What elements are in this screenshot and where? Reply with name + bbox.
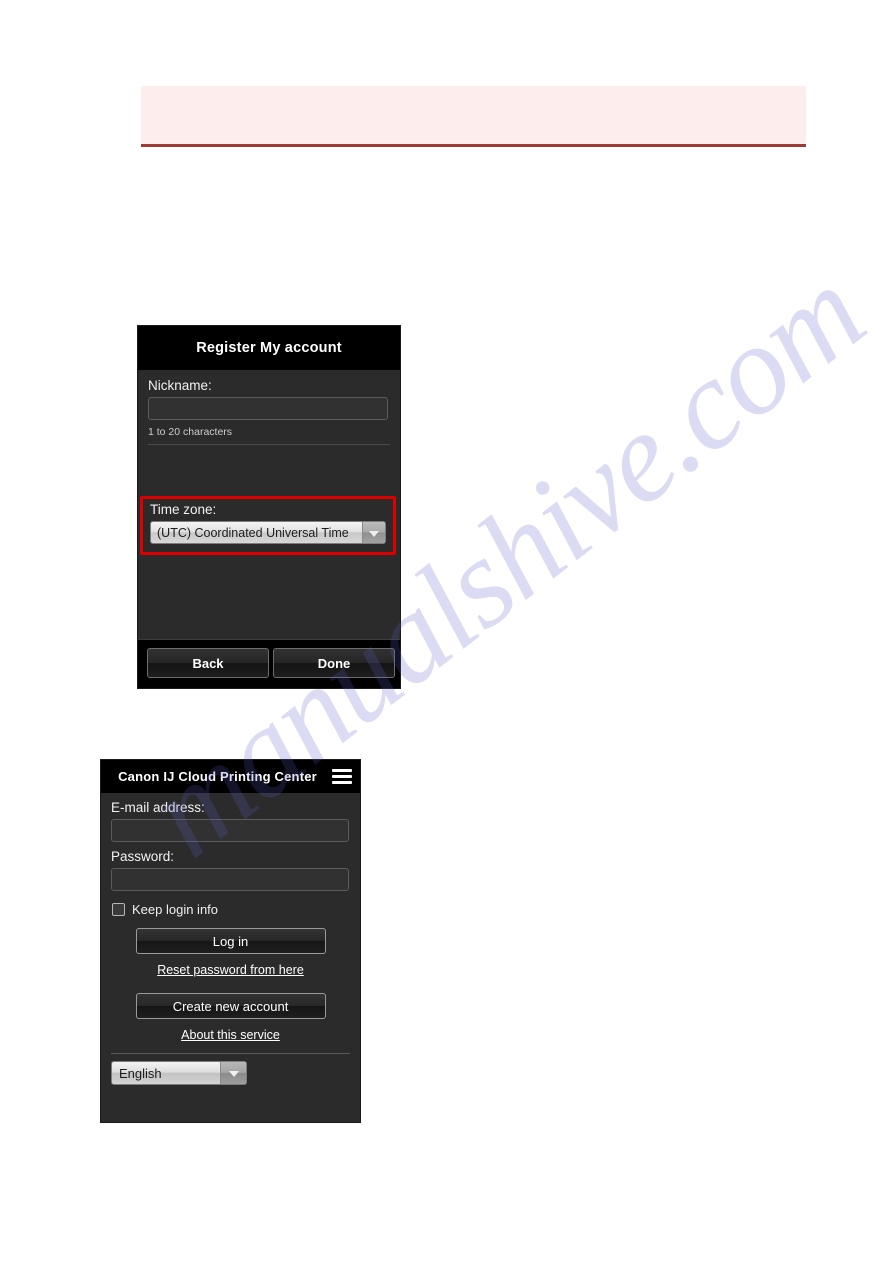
- hamburger-line-3: [332, 780, 352, 784]
- login-footer-divider: [111, 1053, 350, 1054]
- register-panel-body: Nickname: 1 to 20 characters Time zone: …: [138, 370, 400, 640]
- keep-login-info-label: Keep login info: [132, 902, 219, 917]
- hamburger-menu-icon[interactable]: [332, 768, 352, 785]
- hamburger-line-2: [332, 774, 352, 778]
- note-callout-box: [141, 86, 806, 147]
- hamburger-line-1: [332, 768, 352, 772]
- keep-login-info-row[interactable]: Keep login info: [101, 891, 360, 917]
- time-zone-highlight-annotation: [140, 496, 396, 555]
- reset-password-link[interactable]: Reset password from here: [101, 963, 360, 977]
- nickname-input[interactable]: [148, 397, 388, 420]
- language-select[interactable]: English: [111, 1061, 247, 1085]
- register-divider: [148, 444, 390, 445]
- done-button[interactable]: Done: [273, 648, 395, 678]
- nickname-hint: 1 to 20 characters: [148, 426, 233, 438]
- email-field[interactable]: [111, 819, 349, 842]
- register-panel-title: Register My account: [138, 326, 400, 370]
- back-button[interactable]: Back: [147, 648, 269, 678]
- log-in-button[interactable]: Log in: [135, 928, 326, 954]
- login-panel-header: Canon IJ Cloud Printing Center: [101, 760, 360, 793]
- chevron-down-icon[interactable]: [220, 1062, 246, 1084]
- login-panel-title: Canon IJ Cloud Printing Center: [118, 769, 317, 784]
- email-label: E-mail address:: [111, 800, 205, 815]
- note-callout-text: [141, 86, 806, 103]
- password-label: Password:: [111, 849, 175, 864]
- create-new-account-button[interactable]: Create new account: [135, 993, 326, 1019]
- about-this-service-link[interactable]: About this service: [101, 1028, 360, 1042]
- register-button-bar: Back Done: [138, 639, 400, 688]
- login-panel-body: E-mail address: Password: Keep login inf…: [101, 793, 360, 1122]
- register-my-account-panel: Register My account Nickname: 1 to 20 ch…: [138, 326, 400, 688]
- password-field[interactable]: [111, 868, 349, 891]
- cloud-printing-center-login-panel: Canon IJ Cloud Printing Center E-mail ad…: [101, 760, 360, 1122]
- nickname-label: Nickname:: [148, 378, 212, 393]
- keep-login-info-checkbox[interactable]: [112, 903, 125, 916]
